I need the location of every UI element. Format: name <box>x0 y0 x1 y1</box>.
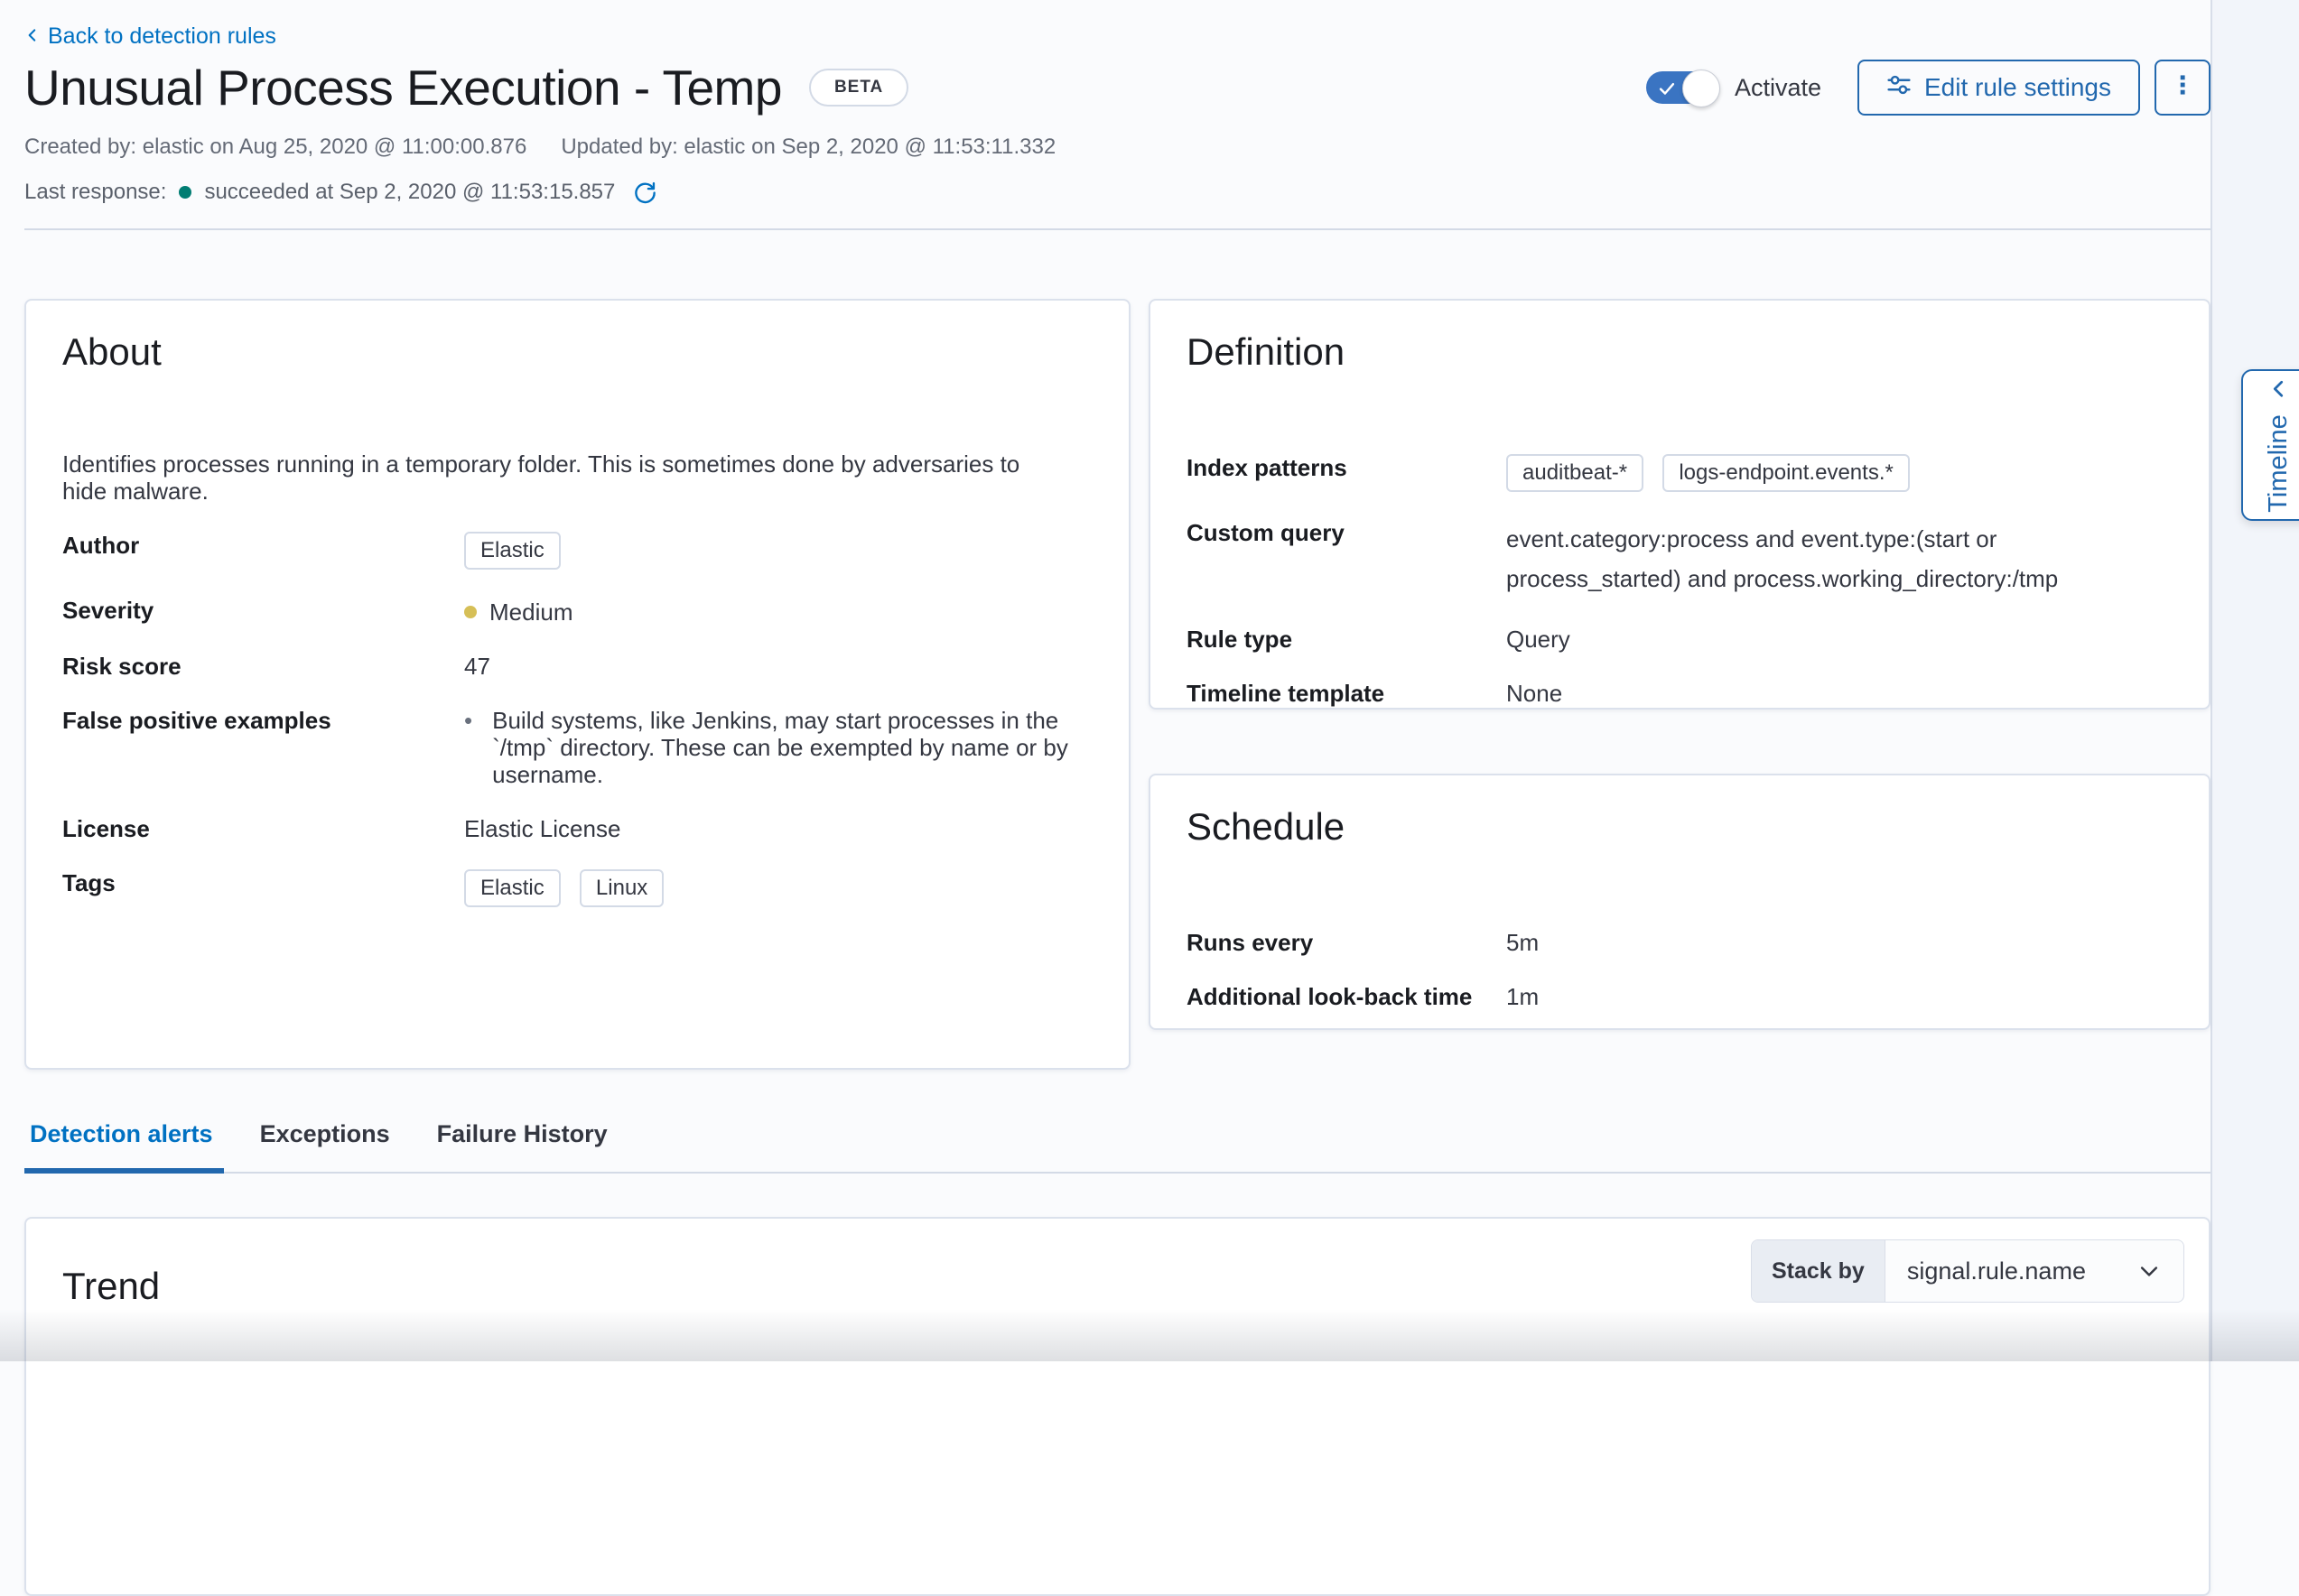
activate-toggle[interactable] <box>1646 71 1718 104</box>
rule-type-row: Rule type Query <box>1187 626 2173 653</box>
rule-type-label: Rule type <box>1187 626 1506 653</box>
risk-score-label: Risk score <box>62 653 442 680</box>
lookback-row: Additional look-back time 1m <box>1187 983 2173 1010</box>
page-title: Unusual Process Execution - Temp <box>24 59 782 116</box>
edit-rule-settings-label: Edit rule settings <box>1924 73 2111 102</box>
edit-rule-settings-button[interactable]: Edit rule settings <box>1857 60 2140 116</box>
timeline-template-label: Timeline template <box>1187 680 1506 707</box>
author-label: Author <box>62 532 442 570</box>
stack-by-select[interactable]: Stack by signal.rule.name <box>1751 1239 2184 1303</box>
false-positive-example: Build systems, like Jenkins, may start p… <box>492 707 1093 788</box>
rule-actions-menu-button[interactable] <box>2155 60 2211 116</box>
tag-badge: Elastic <box>464 869 561 907</box>
back-to-detection-rules-link[interactable]: Back to detection rules <box>24 23 276 50</box>
timeline-flyout-button[interactable]: Timeline <box>2241 369 2299 521</box>
activate-label: Activate <box>1735 74 1821 102</box>
schedule-panel: Schedule Runs every 5m Additional look-b… <box>1149 774 2211 1030</box>
stack-by-label: Stack by <box>1752 1240 1885 1302</box>
rule-description: Identifies processes running in a tempor… <box>62 450 1065 505</box>
false-positives-row: False positive examples • Build systems,… <box>62 707 1093 788</box>
definition-panel: Definition Index patterns auditbeat-* lo… <box>1149 299 2211 710</box>
custom-query-value: event.category:process and event.type:(s… <box>1506 519 2173 598</box>
severity-label: Severity <box>62 597 442 626</box>
header-divider <box>24 228 2211 230</box>
severity-row: Severity Medium <box>62 597 1093 626</box>
beta-badge: BETA <box>809 69 908 107</box>
schedule-panel-title: Schedule <box>1187 804 2173 849</box>
rule-details-tabs: Detection alerts Exceptions Failure Hist… <box>24 1120 2211 1174</box>
runs-every-value: 5m <box>1506 929 1539 956</box>
lookback-value: 1m <box>1506 983 1539 1010</box>
severity-value: Medium <box>489 598 572 626</box>
index-patterns-row: Index patterns auditbeat-* logs-endpoint… <box>1187 454 2173 492</box>
risk-score-value: 47 <box>442 653 490 680</box>
risk-score-row: Risk score 47 <box>62 653 1093 680</box>
refresh-icon[interactable] <box>633 181 657 205</box>
runs-every-label: Runs every <box>1187 929 1506 956</box>
license-row: License Elastic License <box>62 815 1093 842</box>
severity-dot <box>464 606 477 618</box>
rule-type-value: Query <box>1506 626 1570 653</box>
timeline-flyout-label: Timeline <box>2264 414 2294 513</box>
page-right-gutter <box>2211 0 2299 1361</box>
status-success-dot <box>179 186 191 199</box>
index-patterns-label: Index patterns <box>1187 454 1506 492</box>
index-pattern-badge: logs-endpoint.events.* <box>1662 454 1910 492</box>
false-positives-label: False positive examples <box>62 707 442 788</box>
back-link-label: Back to detection rules <box>48 23 276 50</box>
tags-row: Tags Elastic Linux <box>62 869 1093 907</box>
chevron-down-icon <box>2136 1240 2183 1302</box>
bullet-glyph: • <box>464 707 472 788</box>
tags-label: Tags <box>62 869 442 907</box>
runs-every-row: Runs every 5m <box>1187 929 2173 956</box>
custom-query-row: Custom query event.category:process and … <box>1187 519 2173 598</box>
definition-panel-title: Definition <box>1187 329 2173 375</box>
boxes-vertical-icon <box>2171 73 2194 103</box>
license-value: Elastic License <box>442 815 620 842</box>
timeline-template-value: None <box>1506 680 1562 707</box>
license-label: License <box>62 815 442 842</box>
created-by-text: Created by: elastic on Aug 25, 2020 @ 11… <box>24 135 526 160</box>
custom-query-label: Custom query <box>1187 519 1506 598</box>
stack-by-value: signal.rule.name <box>1885 1240 2136 1302</box>
controls-sliders-icon <box>1886 72 1912 104</box>
last-response-value: succeeded at Sep 2, 2020 @ 11:53:15.857 <box>204 180 615 205</box>
author-row: Author Elastic <box>62 532 1093 570</box>
chevron-left-icon <box>2267 378 2289 400</box>
tab-exceptions[interactable]: Exceptions <box>255 1120 401 1174</box>
about-panel: About Identifies processes running in a … <box>24 299 1131 1070</box>
about-panel-title: About <box>62 329 1093 375</box>
last-response-label: Last response: <box>24 180 166 205</box>
tab-detection-alerts[interactable]: Detection alerts <box>24 1120 224 1174</box>
lookback-label: Additional look-back time <box>1187 983 1506 1010</box>
tab-failure-history[interactable]: Failure History <box>432 1120 619 1174</box>
trend-panel: Trend Stack by signal.rule.name <box>24 1217 2211 1596</box>
timeline-template-row: Timeline template None <box>1187 680 2173 707</box>
rule-details-header: Back to detection rules Unusual Process … <box>24 0 2211 230</box>
chevron-left-icon <box>24 23 41 50</box>
updated-by-text: Updated by: elastic on Sep 2, 2020 @ 11:… <box>561 135 1056 160</box>
toggle-thumb <box>1682 70 1720 107</box>
author-badge: Elastic <box>464 532 561 570</box>
index-pattern-badge: auditbeat-* <box>1506 454 1643 492</box>
tag-badge: Linux <box>580 869 664 907</box>
